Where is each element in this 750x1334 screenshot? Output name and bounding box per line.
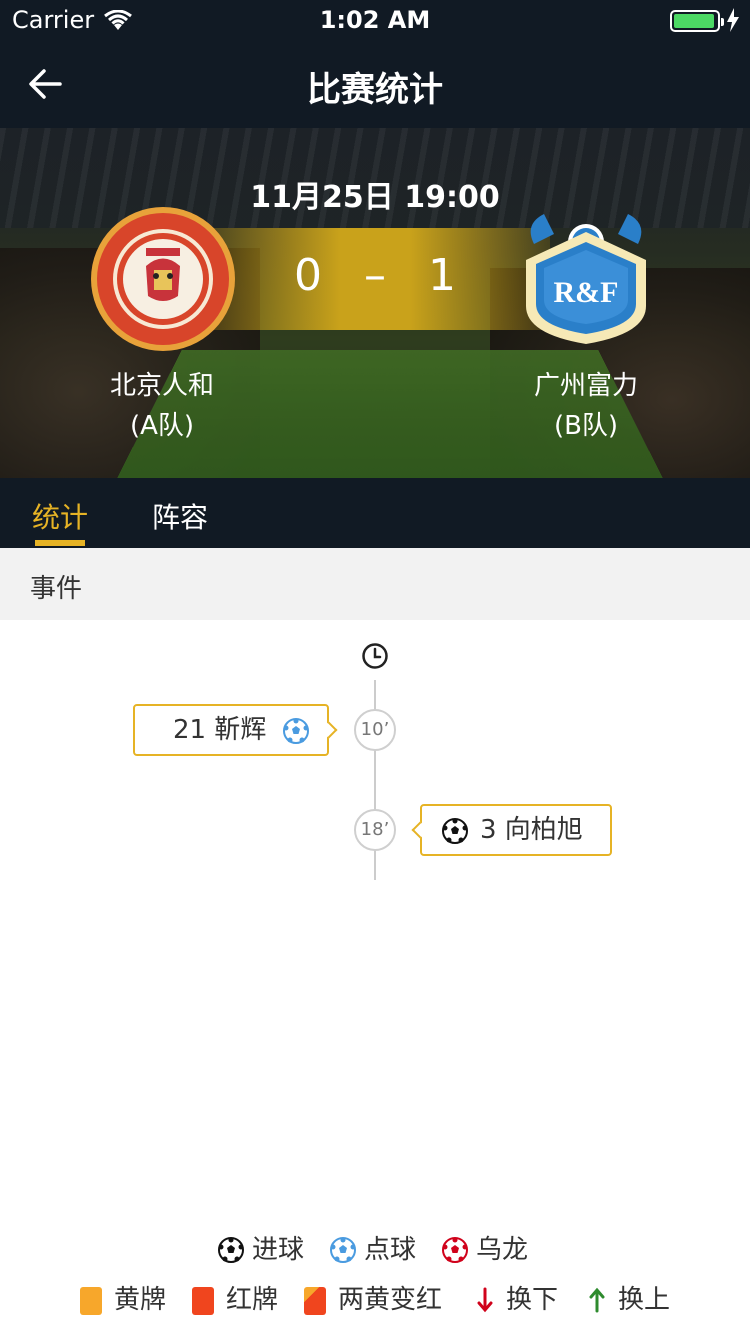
section-title: 事件: [30, 574, 83, 604]
events-section-header: 事件: [0, 548, 750, 620]
legend-own-goal-label: 乌龙: [476, 1235, 529, 1265]
goal-ball-icon: [442, 818, 468, 844]
legend-penalty-label: 点球: [364, 1235, 417, 1265]
svg-text:R&F: R&F: [554, 276, 619, 309]
legend-yellow-label: 黄牌: [114, 1285, 167, 1315]
minute-marker: 10’: [354, 709, 396, 751]
beijing-renhe-logo: [91, 207, 235, 351]
red-card-icon: [192, 1287, 214, 1315]
event-player: 3 向柏旭: [480, 815, 583, 845]
away-score: 1: [428, 250, 456, 301]
away-team: 广州富力 (B队): [476, 366, 696, 446]
legend-sub-out-label: 换下: [506, 1285, 559, 1315]
tab-indicator: [35, 540, 85, 546]
tab-stats[interactable]: 统计: [32, 496, 88, 536]
score-separator: –: [364, 250, 386, 301]
clock-time: 1:02 AM: [319, 6, 431, 34]
callout-arrow: [320, 721, 338, 739]
minute-marker: 18’: [354, 809, 396, 851]
page-title: 比赛统计: [307, 70, 443, 110]
goal-ball-icon: [218, 1237, 244, 1263]
top-bar: Carrier 1:02 AM 比赛统计: [0, 0, 750, 128]
own-goal-ball-icon: [442, 1237, 468, 1263]
home-team: 北京人和 (A队): [52, 366, 272, 446]
penalty-ball-icon: [283, 718, 309, 744]
callout-arrow: [411, 821, 429, 839]
battery-icon: [670, 10, 724, 32]
home-team-side: (A队): [129, 411, 195, 441]
match-header: 11月25日 19:00 0 – 1 R&F 北京人和 (A队) 广州富力 (B…: [0, 128, 750, 478]
status-bar: Carrier 1:02 AM: [0, 0, 750, 40]
arrow-up-icon: [589, 1287, 605, 1313]
home-score: 0: [294, 250, 322, 301]
away-team-side: (B队): [553, 411, 619, 441]
guangzhou-rf-logo: R&F: [526, 214, 646, 344]
home-team-name: 北京人和: [109, 371, 214, 401]
timeline-event-home[interactable]: 21 靳辉: [133, 704, 338, 756]
arrow-down-icon: [477, 1287, 493, 1313]
penalty-ball-icon: [330, 1237, 356, 1263]
second-yellow-card-icon: [304, 1287, 326, 1315]
legend-goal-label: 进球: [252, 1235, 305, 1265]
yellow-card-icon: [80, 1287, 102, 1315]
tab-bar: 统计 阵容: [0, 478, 750, 548]
timeline-event-away[interactable]: 3 向柏旭: [411, 804, 612, 856]
tab-lineup[interactable]: 阵容: [152, 496, 208, 536]
legend-sub-in-label: 换上: [618, 1285, 671, 1315]
clock-icon: [362, 643, 388, 669]
legend-second-yellow-label: 两黄变红: [338, 1285, 443, 1315]
event-player: 21 靳辉: [173, 715, 267, 745]
legend-red-label: 红牌: [226, 1285, 279, 1315]
away-team-name: 广州富力: [533, 371, 638, 401]
charging-icon: [727, 8, 739, 32]
